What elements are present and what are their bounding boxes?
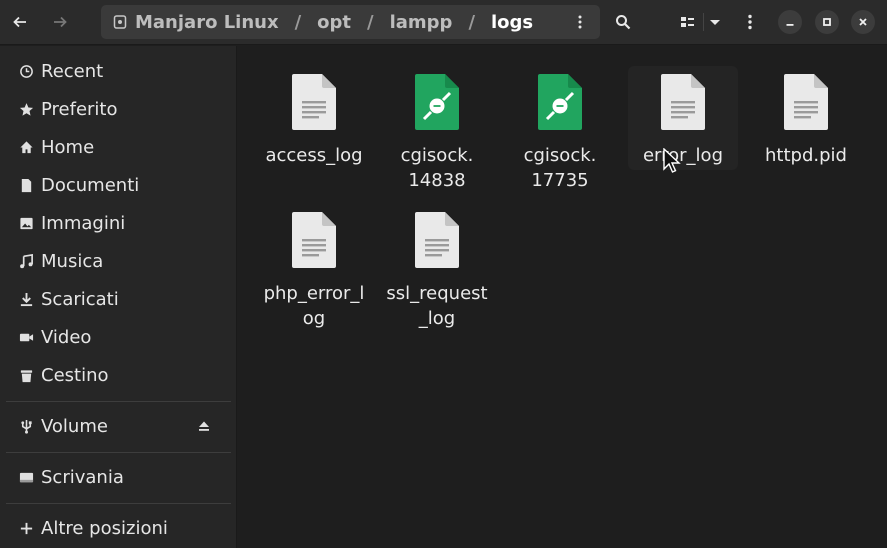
close-button[interactable] bbox=[851, 10, 875, 34]
path-menu-icon[interactable] bbox=[572, 14, 588, 30]
file-name: error_log bbox=[642, 145, 723, 166]
drive-icon bbox=[113, 15, 127, 29]
sidebar-item-label: Altre posizioni bbox=[41, 517, 168, 539]
download-icon bbox=[18, 291, 34, 307]
sidebar-item-preferito[interactable]: Preferito bbox=[0, 91, 237, 127]
sidebar-item-label: Video bbox=[41, 326, 92, 348]
sidebar-item-cestino[interactable]: Cestino bbox=[0, 357, 237, 393]
sidebar-item-video[interactable]: Video bbox=[0, 319, 237, 355]
path-segment-opt[interactable]: opt bbox=[317, 12, 351, 33]
eject-icon[interactable] bbox=[197, 419, 211, 433]
sidebar-item-home[interactable]: Home bbox=[0, 129, 237, 165]
forward-button[interactable] bbox=[45, 7, 75, 37]
search-button[interactable] bbox=[608, 7, 638, 37]
video-icon bbox=[18, 329, 34, 345]
path-segment-lampp[interactable]: lampp bbox=[390, 12, 453, 33]
text-file-icon bbox=[292, 212, 336, 268]
grid-view-icon bbox=[681, 17, 694, 27]
header-bar: Manjaro Linux / opt / lampp / logs bbox=[0, 0, 887, 45]
sidebar: Recent Preferito Home Documenti Immagini… bbox=[0, 46, 237, 548]
file-name: httpd.pid bbox=[765, 145, 847, 166]
file-item-php-error-log[interactable]: php_error_l og bbox=[259, 211, 369, 331]
file-item-cgisock-17735[interactable]: cgisock. 17735 bbox=[505, 73, 615, 193]
sidebar-item-volume[interactable]: Volume bbox=[0, 408, 237, 444]
sidebar-item-immagini[interactable]: Immagini bbox=[0, 205, 237, 241]
socket-file-icon bbox=[415, 74, 459, 130]
file-item-httpd-pid[interactable]: httpd.pid bbox=[751, 73, 861, 168]
maximize-button[interactable] bbox=[815, 10, 839, 34]
sidebar-item-label: Scaricati bbox=[41, 288, 119, 310]
sidebar-item-label: Volume bbox=[41, 415, 108, 437]
document-icon bbox=[18, 177, 34, 193]
path-bar: Manjaro Linux / opt / lampp / logs bbox=[101, 5, 600, 39]
file-item-access-log[interactable]: access_log bbox=[259, 73, 369, 168]
sidebar-item-label: Musica bbox=[41, 250, 104, 272]
kebab-menu-icon bbox=[748, 14, 752, 30]
maximize-icon bbox=[823, 18, 831, 26]
sidebar-item-label: Documenti bbox=[41, 174, 140, 196]
sidebar-item-label: Recent bbox=[41, 60, 104, 82]
text-file-icon bbox=[292, 74, 336, 130]
sidebar-item-label: Preferito bbox=[41, 98, 118, 120]
path-separator: / bbox=[367, 11, 374, 33]
file-item-ssl-request-log[interactable]: ssl_request _log bbox=[382, 211, 492, 331]
music-icon bbox=[18, 253, 34, 269]
desktop-icon bbox=[18, 469, 34, 485]
sidebar-item-label: Cestino bbox=[41, 364, 109, 386]
sidebar-item-label: Home bbox=[41, 136, 95, 158]
file-item-cgisock-14838[interactable]: cgisock. 14838 bbox=[382, 73, 492, 193]
main-menu-button[interactable] bbox=[735, 7, 765, 37]
home-icon bbox=[18, 139, 34, 155]
sidebar-item-recent[interactable]: Recent bbox=[0, 53, 237, 89]
sidebar-item-altre-posizioni[interactable]: Altre posizioni bbox=[0, 510, 237, 546]
path-separator: / bbox=[468, 11, 476, 33]
path-separator: / bbox=[294, 11, 302, 33]
clock-icon bbox=[18, 63, 34, 79]
path-segment-root[interactable]: Manjaro Linux bbox=[135, 12, 279, 33]
sidebar-item-scrivania[interactable]: Scrivania bbox=[0, 459, 237, 495]
sidebar-item-musica[interactable]: Musica bbox=[0, 243, 237, 279]
file-name: ssl_request _log bbox=[386, 283, 488, 329]
chevron-down-icon bbox=[710, 20, 720, 25]
path-segment-logs[interactable]: logs bbox=[491, 12, 533, 33]
sidebar-separator bbox=[6, 401, 231, 402]
minimize-button[interactable] bbox=[778, 10, 802, 34]
text-file-icon bbox=[661, 74, 705, 130]
text-file-icon bbox=[415, 212, 459, 268]
back-button[interactable] bbox=[5, 7, 35, 37]
arrow-right-icon bbox=[54, 16, 67, 28]
sidebar-item-documenti[interactable]: Documenti bbox=[0, 167, 237, 203]
sidebar-separator bbox=[6, 503, 231, 504]
minimize-icon bbox=[786, 24, 794, 26]
sidebar-separator bbox=[6, 452, 231, 453]
file-item-error-log[interactable]: error_log bbox=[628, 66, 738, 170]
file-name: php_error_l og bbox=[263, 283, 365, 329]
arrow-left-icon bbox=[13, 16, 26, 28]
view-toggle-button[interactable] bbox=[672, 7, 702, 37]
plus-icon bbox=[18, 520, 34, 536]
search-icon bbox=[616, 15, 631, 30]
sidebar-item-scaricati[interactable]: Scaricati bbox=[0, 281, 237, 317]
trash-icon bbox=[18, 367, 34, 383]
image-icon bbox=[18, 215, 34, 231]
usb-icon bbox=[18, 418, 34, 434]
file-name: access_log bbox=[265, 145, 363, 166]
sidebar-item-label: Scrivania bbox=[41, 466, 124, 488]
mouse-cursor-icon bbox=[663, 148, 681, 173]
file-view: access_log cgisock. 14838 cgisock. 17735… bbox=[238, 46, 887, 548]
file-name: cgisock. 17735 bbox=[523, 145, 597, 191]
close-icon bbox=[859, 18, 867, 26]
sidebar-item-label: Immagini bbox=[41, 212, 126, 234]
text-file-icon bbox=[784, 74, 828, 130]
socket-file-icon bbox=[538, 74, 582, 130]
view-options-button[interactable] bbox=[700, 7, 730, 37]
star-icon bbox=[18, 101, 34, 117]
file-name: cgisock. 14838 bbox=[400, 145, 474, 191]
